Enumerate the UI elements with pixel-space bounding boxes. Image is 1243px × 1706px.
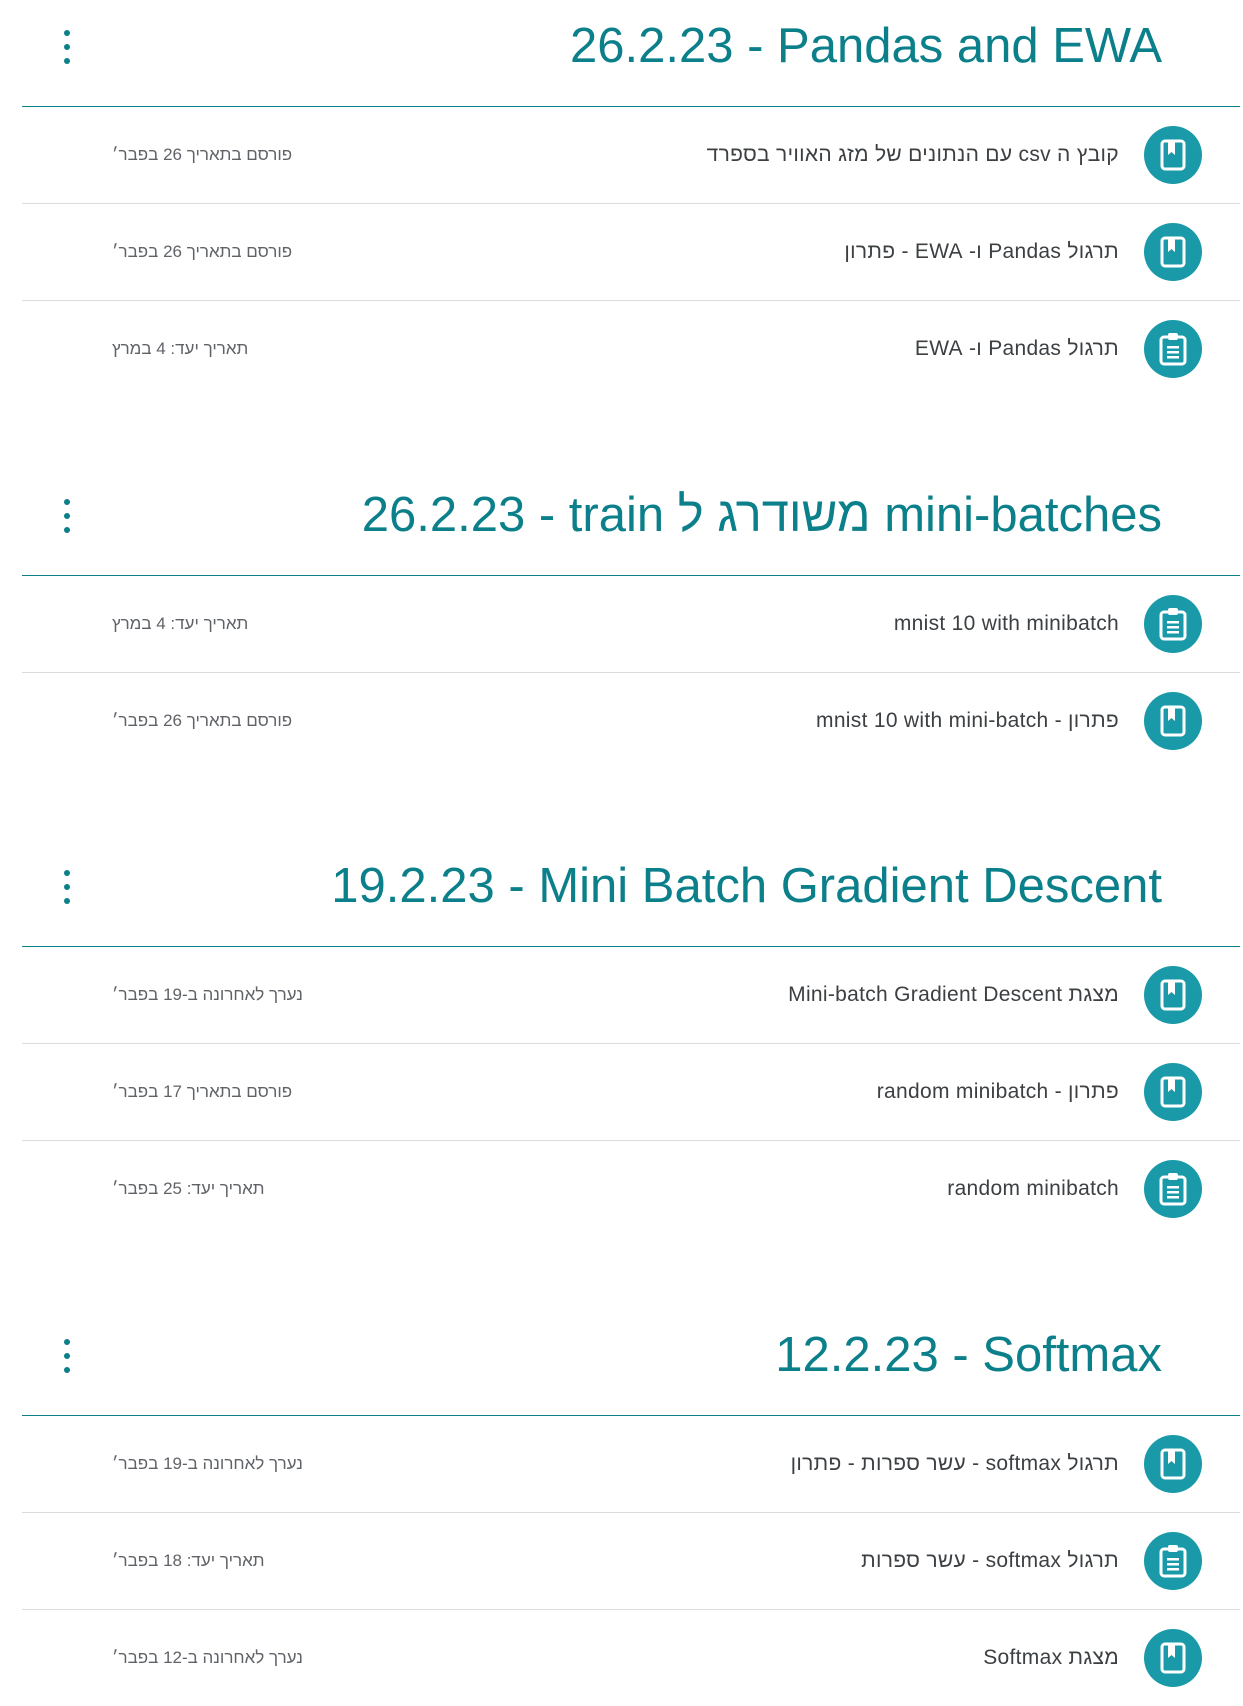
item-title: מצגת Mini-batch Gradient Descent [788,983,1119,1006]
assignment-icon [1144,1160,1202,1218]
classwork-item[interactable]: תרגול Pandas ו- EWA - פתרון פורסם בתאריך … [22,204,1240,301]
item-date: פורסם בתאריך 26 בפבר׳ [112,711,293,730]
classwork-item[interactable]: random minibatch תאריך יעד: 25 בפבר׳ [22,1141,1240,1237]
classwork-page: 26.2.23 - Pandas and EWA קובץ ה csv עם הנ… [0,0,1243,1687]
classwork-item[interactable]: פתרון - random minibatch פורסם בתאריך 17 … [22,1044,1240,1141]
item-date: פורסם בתאריך 17 בפבר׳ [112,1082,293,1101]
classwork-item[interactable]: mnist 10 with minibatch תאריך יעד: 4 במרץ [22,576,1240,673]
item-date: תאריך יעד: 25 בפבר׳ [112,1179,265,1198]
material-icon [1144,692,1202,750]
material-icon [1144,1435,1202,1493]
item-title: פתרון - random minibatch [876,1080,1119,1103]
classwork-item[interactable]: פתרון - mnist 10 with mini-batch פורסם בת… [22,673,1240,769]
item-date: פורסם בתאריך 26 בפבר׳ [112,242,293,261]
classwork-item[interactable]: תרגול softmax - עשר ספרות תאריך יעד: 18 ב… [22,1513,1240,1610]
item-date: נערך לאחרונה ב-12 בפבר׳ [112,1648,303,1667]
item-date: תאריך יעד: 4 במרץ [112,339,249,358]
topic-title: 26.2.23 - train משודרג ל mini-batches [361,488,1162,542]
classwork-item[interactable]: תרגול softmax - עשר ספרות - פתרון נערך לא… [22,1416,1240,1513]
topic-section: 19.2.23 - Mini Batch Gradient Descent מצג… [22,840,1240,1237]
item-title: קובץ ה csv עם הנתונים של מזג האוויר בספר… [706,143,1119,166]
more-vert-icon[interactable] [60,870,74,904]
material-icon [1144,223,1202,281]
item-title: תרגול softmax - עשר ספרות - פתרון [790,1452,1119,1475]
item-title: random minibatch [947,1177,1119,1200]
material-icon [1144,966,1202,1024]
assignment-icon [1144,1532,1202,1590]
item-title: תרגול softmax - עשר ספרות [861,1549,1119,1572]
item-title: פתרון - mnist 10 with mini-batch [816,709,1119,732]
topic-section: 26.2.23 - train משודרג ל mini-batches mni… [22,469,1240,769]
classwork-item[interactable]: קובץ ה csv עם הנתונים של מזג האוויר בספר… [22,107,1240,204]
topic-header: 26.2.23 - train משודרג ל mini-batches [22,469,1240,576]
assignment-icon [1144,595,1202,653]
topic-title: 12.2.23 - Softmax [775,1328,1162,1382]
material-icon [1144,1629,1202,1687]
item-date: תאריך יעד: 4 במרץ [112,614,249,633]
item-title: מצגת Softmax [983,1646,1119,1669]
more-vert-icon[interactable] [60,30,74,64]
classwork-item[interactable]: מצגת Mini-batch Gradient Descent נערך לאח… [22,947,1240,1044]
item-title: תרגול Pandas ו- EWA - פתרון [844,240,1119,263]
topic-header: 12.2.23 - Softmax [22,1309,1240,1416]
topic-title: 19.2.23 - Mini Batch Gradient Descent [331,859,1162,913]
assignment-icon [1144,320,1202,378]
more-vert-icon[interactable] [60,1339,74,1373]
item-date: פורסם בתאריך 26 בפבר׳ [112,145,293,164]
item-title: mnist 10 with minibatch [893,612,1119,635]
classwork-item[interactable]: מצגת Softmax נערך לאחרונה ב-12 בפבר׳ [22,1610,1240,1706]
more-vert-icon[interactable] [60,499,74,533]
item-title: תרגול Pandas ו- EWA [914,337,1119,360]
item-date: נערך לאחרונה ב-19 בפבר׳ [112,1454,303,1473]
topic-section: 26.2.23 - Pandas and EWA קובץ ה csv עם הנ… [22,0,1240,397]
item-date: תאריך יעד: 18 בפבר׳ [112,1551,265,1570]
classwork-item[interactable]: תרגול Pandas ו- EWA תאריך יעד: 4 במרץ [22,301,1240,397]
topic-header: 26.2.23 - Pandas and EWA [22,0,1240,107]
material-icon [1144,126,1202,184]
topic-title: 26.2.23 - Pandas and EWA [570,19,1162,73]
material-icon [1144,1063,1202,1121]
topic-section: 12.2.23 - Softmax תרגול softmax - עשר ספר… [22,1309,1240,1706]
item-date: נערך לאחרונה ב-19 בפבר׳ [112,985,303,1004]
topic-header: 19.2.23 - Mini Batch Gradient Descent [22,840,1240,947]
